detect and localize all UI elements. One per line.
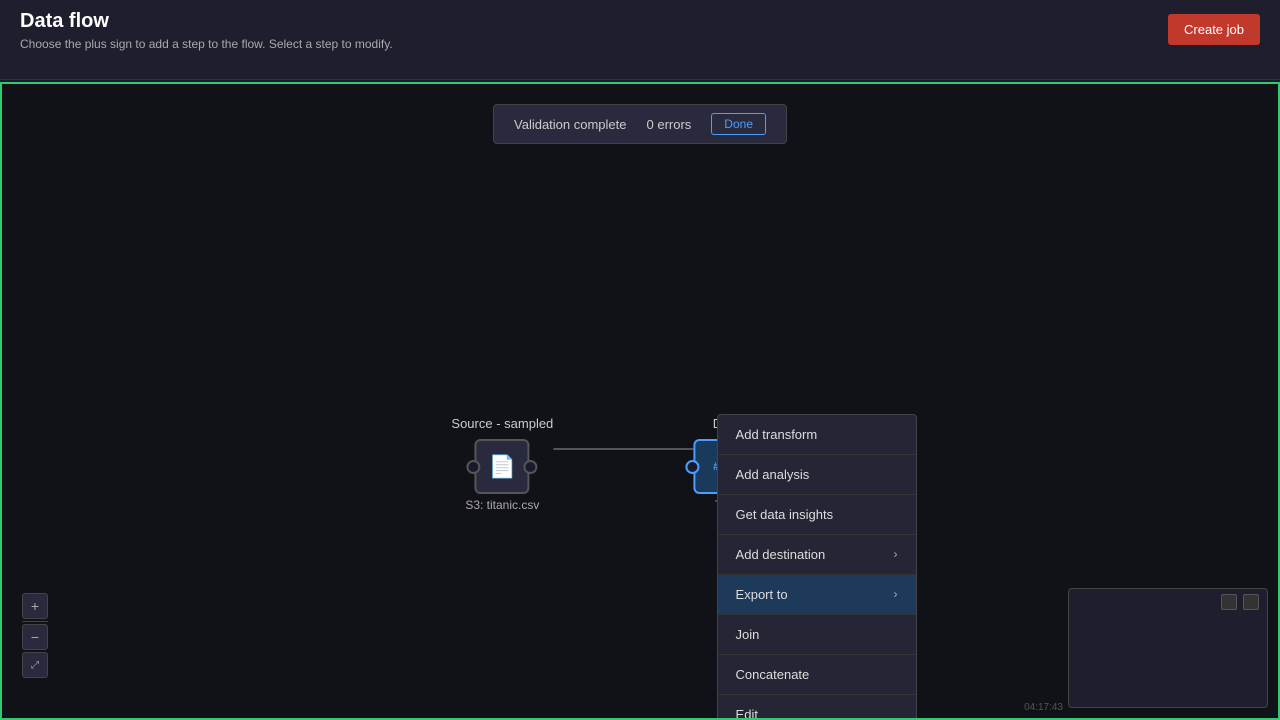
menu-item-add-destination[interactable]: Add destination › xyxy=(718,535,916,575)
app-title: Data flow xyxy=(20,10,393,33)
validation-status: Validation complete xyxy=(514,117,627,132)
canvas-area: Validation complete 0 errors Done Source… xyxy=(0,82,1280,720)
zoom-out-button[interactable]: − xyxy=(22,624,48,650)
header-left: Data flow Choose the plus sign to add a … xyxy=(20,10,393,51)
app-subtitle: Choose the plus sign to add a step to th… xyxy=(20,37,393,51)
zoom-in-button[interactable]: + xyxy=(22,593,48,619)
validation-bar: Validation complete 0 errors Done xyxy=(493,104,787,144)
connector-line xyxy=(553,448,693,450)
mini-map-nav xyxy=(1221,594,1259,610)
mini-map-nav-btn-2[interactable] xyxy=(1243,594,1259,610)
validation-done-button[interactable]: Done xyxy=(711,113,766,135)
zoom-divider xyxy=(22,621,48,622)
mini-map-nav-btn-1[interactable] xyxy=(1221,594,1237,610)
menu-item-get-data-insights[interactable]: Get data insights xyxy=(718,495,916,535)
menu-item-add-transform[interactable]: Add transform xyxy=(718,415,916,455)
chevron-right-icon: › xyxy=(894,547,898,561)
validation-errors: 0 errors xyxy=(647,117,692,132)
menu-item-export-to[interactable]: Export to › xyxy=(718,575,916,615)
create-job-button[interactable]: Create job xyxy=(1168,14,1260,45)
source-file-icon: 📄 xyxy=(489,454,516,480)
context-menu: Add transform Add analysis Get data insi… xyxy=(717,414,917,720)
source-label: Source - sampled xyxy=(451,416,553,431)
header: Data flow Choose the plus sign to add a … xyxy=(0,0,1280,80)
source-sublabel: S3: titanic.csv xyxy=(465,498,539,512)
menu-item-add-analysis[interactable]: Add analysis xyxy=(718,455,916,495)
mini-map xyxy=(1068,588,1268,708)
menu-item-concatenate[interactable]: Concatenate xyxy=(718,655,916,695)
source-node-wrapper: Source - sampled 📄 S3: titanic.csv xyxy=(451,416,553,512)
source-node[interactable]: 📄 xyxy=(475,439,530,494)
zoom-controls: + − ⤢ xyxy=(22,593,48,678)
chevron-right-icon: › xyxy=(894,587,898,601)
timestamp: 04:17:43 xyxy=(1024,702,1063,713)
menu-item-edit[interactable]: Edit xyxy=(718,695,916,720)
fit-view-button[interactable]: ⤢ xyxy=(22,652,48,678)
menu-item-join[interactable]: Join xyxy=(718,615,916,655)
